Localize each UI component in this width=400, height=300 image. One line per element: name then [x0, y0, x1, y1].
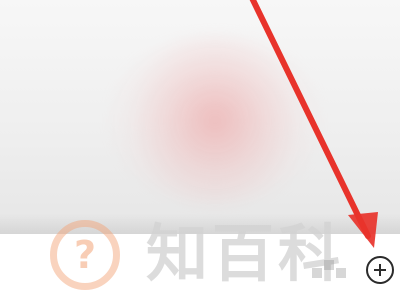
zoom-in-button[interactable] — [366, 256, 394, 284]
screenshot-viewport: ? 知百科 — [0, 0, 400, 300]
red-pointer-arrow — [249, 0, 378, 248]
plus-icon — [374, 264, 386, 276]
